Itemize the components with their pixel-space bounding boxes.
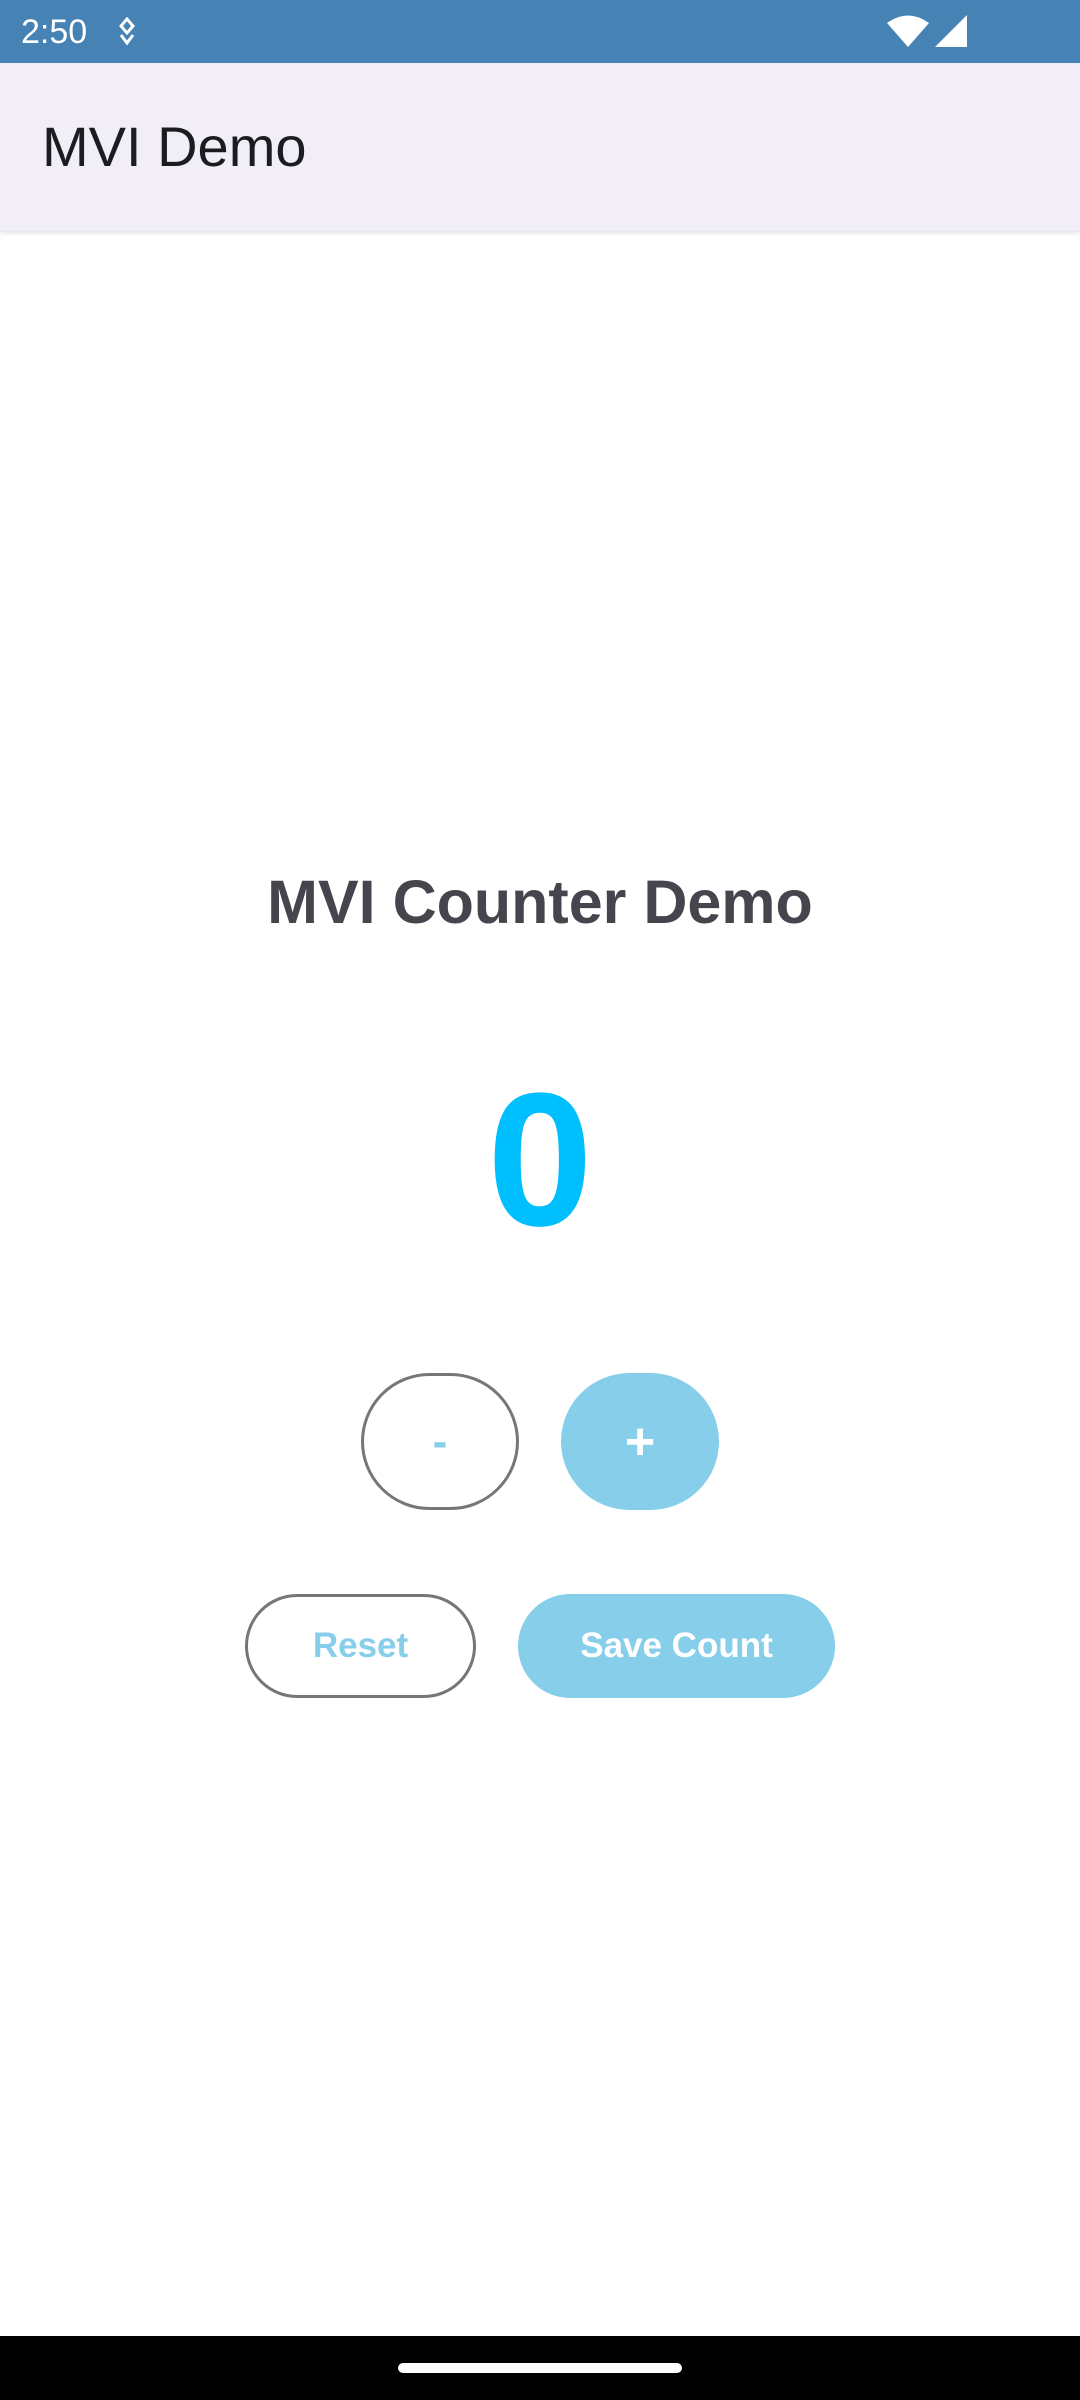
reset-button-label: Reset xyxy=(312,1626,409,1665)
wifi-icon xyxy=(887,15,929,47)
page-heading: MVI Counter Demo xyxy=(267,868,813,936)
navigation-bar xyxy=(0,2336,1080,2400)
home-handle[interactable] xyxy=(398,2363,682,2373)
decrement-button[interactable]: - xyxy=(361,1373,519,1510)
status-time: 2:50 xyxy=(21,13,88,51)
app-title: MVI Demo xyxy=(42,115,307,178)
save-count-button[interactable]: Save Count xyxy=(518,1594,835,1698)
increment-button[interactable]: + xyxy=(561,1373,719,1510)
save-count-button-label: Save Count xyxy=(580,1626,773,1665)
screen: 2:50 MVI Demo MVI Counter Demo 0 - + Res… xyxy=(0,0,1080,2400)
increment-button-label: + xyxy=(624,1412,656,1471)
counter-value: 0 xyxy=(487,1054,593,1266)
notification-icon xyxy=(119,17,135,46)
app-bar: MVI Demo xyxy=(0,63,1080,231)
cell-signal-icon xyxy=(935,15,967,47)
decrement-button-label: - xyxy=(432,1416,448,1466)
reset-button[interactable]: Reset xyxy=(245,1594,476,1698)
status-bar: 2:50 xyxy=(0,0,1080,63)
